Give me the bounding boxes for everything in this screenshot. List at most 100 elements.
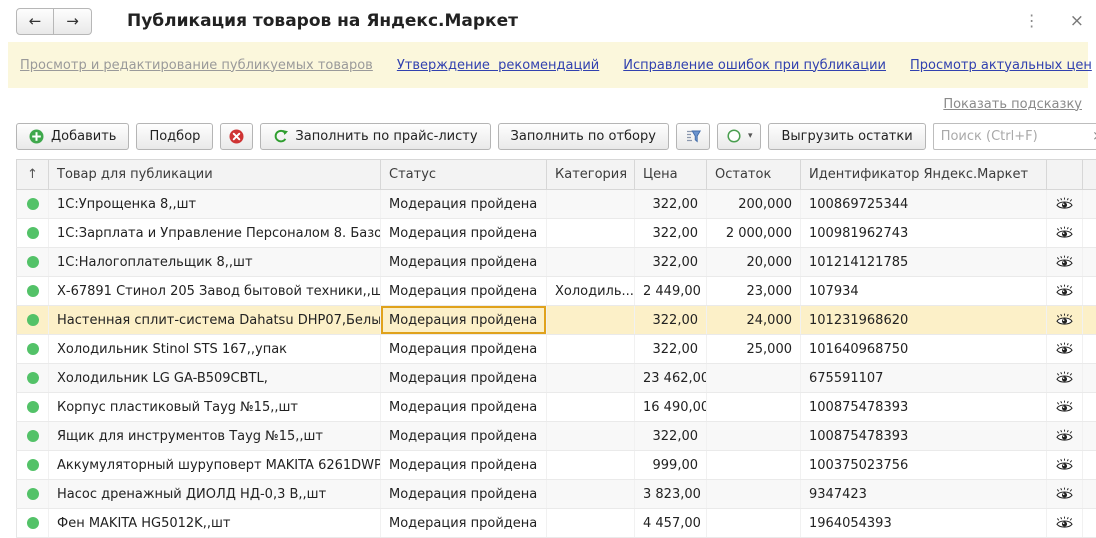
visibility-cell[interactable] <box>1047 219 1083 248</box>
price-cell[interactable]: 4 457,00 <box>635 509 707 538</box>
fill-by-pricelist-button[interactable]: Заполнить по прайс-листу <box>260 123 490 150</box>
stock-cell[interactable]: 2 000,000 <box>707 219 801 248</box>
table-row[interactable]: Фен MAKITA HG5012K,,шт Модерация пройден… <box>17 509 1096 538</box>
product-cell[interactable]: Ящик для инструментов Тауg №15,,шт <box>49 422 381 451</box>
product-cell[interactable]: Корпус пластиковый Тауg №15,,шт <box>49 393 381 422</box>
stock-cell[interactable]: 20,000 <box>707 248 801 277</box>
nav-link-view-prices[interactable]: Просмотр актуальных цен <box>910 58 1092 73</box>
status-cell[interactable]: Модерация пройдена <box>381 335 547 364</box>
price-cell[interactable]: 322,00 <box>635 248 707 277</box>
header-stock[interactable]: Остаток <box>707 160 801 190</box>
category-cell[interactable] <box>547 480 635 509</box>
status-cell[interactable]: Модерация пройдена <box>381 248 547 277</box>
market-id-cell[interactable]: 9347423 <box>801 480 1047 509</box>
stock-cell[interactable]: 25,000 <box>707 335 801 364</box>
stock-cell[interactable]: 200,000 <box>707 190 801 219</box>
category-cell[interactable] <box>547 248 635 277</box>
header-sort[interactable]: ↑ <box>17 160 49 190</box>
stock-cell[interactable] <box>707 509 801 538</box>
market-id-cell[interactable]: 1964054393 <box>801 509 1047 538</box>
market-id-cell[interactable]: 100875478393 <box>801 393 1047 422</box>
product-cell[interactable]: Насос дренажный ДИОЛД НД-0,3 В,,шт <box>49 480 381 509</box>
price-cell[interactable]: 2 449,00 <box>635 277 707 306</box>
nav-link-view-edit[interactable]: Просмотр и редактирование публикуемых то… <box>20 58 373 73</box>
market-id-cell[interactable]: 100875478393 <box>801 422 1047 451</box>
price-cell[interactable]: 999,00 <box>635 451 707 480</box>
product-cell[interactable]: 1С:Зарплата и Управление Персоналом 8. Б… <box>49 219 381 248</box>
visibility-cell[interactable] <box>1047 393 1083 422</box>
stock-cell[interactable] <box>707 422 801 451</box>
add-button[interactable]: Добавить <box>16 123 129 150</box>
category-cell[interactable]: Холодиль... <box>547 277 635 306</box>
status-cell[interactable]: Модерация пройдена <box>381 480 547 509</box>
category-cell[interactable] <box>547 364 635 393</box>
market-id-cell[interactable]: 100375023756 <box>801 451 1047 480</box>
header-category[interactable]: Категория <box>547 160 635 190</box>
product-cell[interactable]: 1С:Упрощенка 8,,шт <box>49 190 381 219</box>
search-clear-icon[interactable]: × <box>1086 129 1096 144</box>
status-cell[interactable]: Модерация пройдена <box>381 509 547 538</box>
table-row[interactable]: Корпус пластиковый Тауg №15,,шт Модераци… <box>17 393 1096 422</box>
visibility-cell[interactable] <box>1047 422 1083 451</box>
market-id-cell[interactable]: 101231968620 <box>801 306 1047 335</box>
delete-button[interactable] <box>220 123 253 150</box>
market-id-cell[interactable]: 675591107 <box>801 364 1047 393</box>
category-cell[interactable] <box>547 451 635 480</box>
header-status[interactable]: Статус <box>381 160 547 190</box>
price-cell[interactable]: 322,00 <box>635 422 707 451</box>
fill-by-selection-button[interactable]: Заполнить по отбору <box>498 123 669 150</box>
table-row[interactable]: 1С:Налогоплательщик 8,,шт Модерация прой… <box>17 248 1096 277</box>
table-row[interactable]: Насос дренажный ДИОЛД НД-0,3 В,,шт Модер… <box>17 480 1096 509</box>
category-cell[interactable] <box>547 306 635 335</box>
table-row[interactable]: Настенная сплит-система Dahatsu DHP07,Бе… <box>17 306 1096 335</box>
table-row[interactable]: Холодильник Stinol STS 167,,упак Модерац… <box>17 335 1096 364</box>
visibility-cell[interactable] <box>1047 480 1083 509</box>
price-cell[interactable]: 322,00 <box>635 190 707 219</box>
price-cell[interactable]: 23 462,00 <box>635 364 707 393</box>
product-cell[interactable]: 1С:Налогоплательщик 8,,шт <box>49 248 381 277</box>
visibility-cell[interactable] <box>1047 335 1083 364</box>
table-row[interactable]: Ящик для инструментов Тауg №15,,шт Модер… <box>17 422 1096 451</box>
visibility-cell[interactable] <box>1047 248 1083 277</box>
back-button[interactable]: ← <box>16 8 54 35</box>
table-row[interactable]: 1С:Упрощенка 8,,шт Модерация пройдена 32… <box>17 190 1096 219</box>
visibility-cell[interactable] <box>1047 190 1083 219</box>
price-cell[interactable]: 322,00 <box>635 335 707 364</box>
status-cell[interactable]: Модерация пройдена <box>381 364 547 393</box>
category-cell[interactable] <box>547 422 635 451</box>
nav-link-approve-recommendations[interactable]: Утверждение рекомендаций <box>397 58 599 73</box>
visibility-cell[interactable] <box>1047 451 1083 480</box>
product-cell[interactable]: Холодильник Stinol STS 167,,упак <box>49 335 381 364</box>
market-id-cell[interactable]: 100981962743 <box>801 219 1047 248</box>
stock-cell[interactable] <box>707 480 801 509</box>
market-id-cell[interactable]: 107934 <box>801 277 1047 306</box>
product-cell[interactable]: Аккумуляторный шуруповерт MAKITA 6261DWP… <box>49 451 381 480</box>
forward-button[interactable]: → <box>54 8 92 35</box>
category-cell[interactable] <box>547 190 635 219</box>
product-cell[interactable]: Фен MAKITA HG5012K,,шт <box>49 509 381 538</box>
stock-cell[interactable]: 24,000 <box>707 306 801 335</box>
status-cell[interactable]: Модерация пройдена <box>381 393 547 422</box>
stock-cell[interactable] <box>707 451 801 480</box>
close-icon[interactable]: × <box>1070 13 1084 30</box>
table-row[interactable]: Х-67891 Стинол 205 Завод бытовой техники… <box>17 277 1096 306</box>
status-cell[interactable]: Модерация пройдена <box>381 451 547 480</box>
window-menu-icon[interactable]: ⋮ <box>1024 13 1040 29</box>
show-hint-link[interactable]: Показать подсказку <box>943 97 1082 112</box>
table-row[interactable]: Аккумуляторный шуруповерт MAKITA 6261DWP… <box>17 451 1096 480</box>
market-id-cell[interactable]: 101640968750 <box>801 335 1047 364</box>
visibility-cell[interactable] <box>1047 277 1083 306</box>
status-cell[interactable]: Модерация пройдена <box>381 422 547 451</box>
pick-button[interactable]: Подбор <box>136 123 213 150</box>
price-cell[interactable]: 322,00 <box>635 219 707 248</box>
header-product[interactable]: Товар для публикации <box>49 160 381 190</box>
price-cell[interactable]: 16 490,00 <box>635 393 707 422</box>
product-cell[interactable]: Х-67891 Стинол 205 Завод бытовой техники… <box>49 277 381 306</box>
category-cell[interactable] <box>547 219 635 248</box>
visibility-cell[interactable] <box>1047 364 1083 393</box>
status-cell[interactable]: Модерация пройдена <box>381 306 547 335</box>
status-cell[interactable]: Модерация пройдена <box>381 190 547 219</box>
nav-link-fix-errors[interactable]: Исправление ошибок при публикации <box>623 58 886 73</box>
status-cell[interactable]: Модерация пройдена <box>381 277 547 306</box>
status-cell[interactable]: Модерация пройдена <box>381 219 547 248</box>
